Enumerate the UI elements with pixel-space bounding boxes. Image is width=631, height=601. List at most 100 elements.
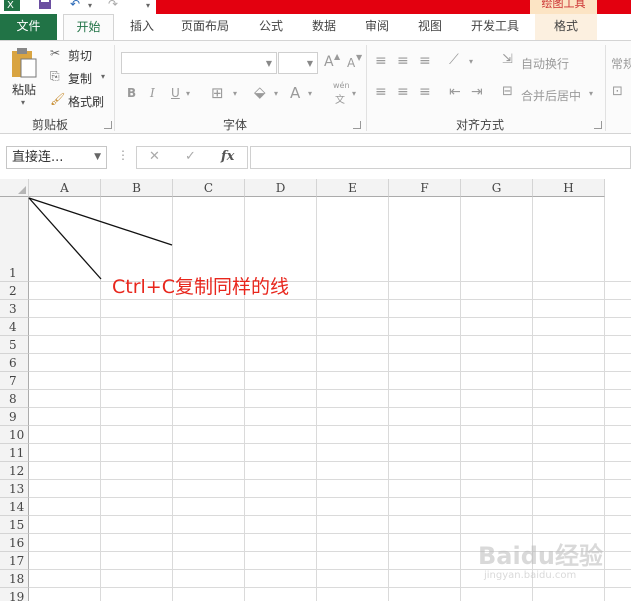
row-header[interactable]: 16 xyxy=(0,534,29,552)
grow-font-arrow-icon: ▲ xyxy=(334,52,341,61)
row-header[interactable]: 8 xyxy=(0,390,29,408)
column-header[interactable]: A xyxy=(29,179,101,197)
copy-dropdown-icon[interactable]: ▾ xyxy=(101,72,105,81)
row-header[interactable]: 10 xyxy=(0,426,29,444)
row-header[interactable]: 15 xyxy=(0,516,29,534)
row-header[interactable]: 2 xyxy=(0,282,29,300)
formula-input[interactable] xyxy=(250,146,631,169)
row-header[interactable]: 12 xyxy=(0,462,29,480)
alignment-launcher-icon[interactable] xyxy=(594,121,602,129)
column-header[interactable]: H xyxy=(533,179,605,197)
font-size-dropdown[interactable]: ▼ xyxy=(278,52,318,74)
formula-bar-splitter-icon[interactable]: ⋮ xyxy=(117,148,129,162)
align-bottom-icon[interactable]: ≡ xyxy=(419,53,431,69)
row-header[interactable]: 6 xyxy=(0,354,29,372)
format-painter-button[interactable]: 格式刷 xyxy=(68,93,104,110)
insert-function-button[interactable]: fx xyxy=(221,149,234,164)
row-header[interactable]: 1 xyxy=(0,197,29,282)
row-header[interactable]: 14 xyxy=(0,498,29,516)
grow-font-button[interactable]: A xyxy=(324,54,334,70)
phonetic-guide-top[interactable]: wén xyxy=(333,81,350,90)
align-top-icon[interactable]: ≡ xyxy=(375,53,387,69)
paste-button[interactable]: 粘贴 xyxy=(12,81,36,98)
column-header[interactable]: G xyxy=(461,179,533,197)
scissors-icon: ✂ xyxy=(50,46,61,60)
copy-icon: ⎘ xyxy=(50,69,60,83)
bold-button[interactable]: B xyxy=(127,86,136,100)
row-header[interactable]: 7 xyxy=(0,372,29,390)
row-header[interactable]: 3 xyxy=(0,300,29,318)
fill-color-dropdown-icon[interactable]: ▾ xyxy=(274,89,278,98)
row-header[interactable]: 18 xyxy=(0,570,29,588)
underline-dropdown-icon[interactable]: ▾ xyxy=(186,89,190,98)
orientation-dropdown-icon[interactable]: ▾ xyxy=(469,57,473,66)
font-name-dropdown[interactable]: ▼ xyxy=(121,52,277,74)
tab-page-layout[interactable]: 页面布局 xyxy=(172,14,238,40)
align-left-icon[interactable]: ≡ xyxy=(375,84,387,100)
clipboard-launcher-icon[interactable] xyxy=(104,121,112,129)
ribbon-divider xyxy=(114,45,115,131)
confirm-entry-button[interactable]: ✓ xyxy=(185,149,196,164)
phonetic-guide-button[interactable]: 文 xyxy=(335,91,345,106)
merge-center-button[interactable]: 合并后居中 xyxy=(521,87,581,104)
fill-color-icon[interactable]: ⬙ xyxy=(254,83,266,101)
chevron-down-icon[interactable]: ▼ xyxy=(94,147,101,168)
align-center-icon[interactable]: ≡ xyxy=(397,84,409,100)
row-header[interactable]: 4 xyxy=(0,318,29,336)
undo-icon[interactable]: ↶ xyxy=(70,0,80,13)
tab-view[interactable]: 视图 xyxy=(405,14,455,40)
tab-formulas[interactable]: 公式 xyxy=(246,14,296,40)
ribbon-divider xyxy=(366,45,367,131)
tab-review[interactable]: 审阅 xyxy=(352,14,402,40)
tab-developer[interactable]: 开发工具 xyxy=(460,14,530,40)
column-header[interactable]: B xyxy=(101,179,173,197)
cut-button[interactable]: 剪切 xyxy=(68,47,92,64)
cancel-entry-button[interactable]: ✕ xyxy=(149,149,160,164)
column-header[interactable]: F xyxy=(389,179,461,197)
tab-file[interactable]: 文件 xyxy=(0,14,57,40)
borders-icon[interactable]: ⊞ xyxy=(211,84,224,102)
select-all-icon xyxy=(18,186,26,194)
column-header[interactable]: D xyxy=(245,179,317,197)
paste-dropdown-icon[interactable]: ▾ xyxy=(21,98,25,107)
gridline xyxy=(29,515,631,516)
row-header[interactable]: 17 xyxy=(0,552,29,570)
wrap-text-button[interactable]: 自动换行 xyxy=(521,55,569,72)
title-bar: X ↶ ▾ ↷ ▾ 绘图工具 xyxy=(0,0,631,14)
tab-format[interactable]: 格式 xyxy=(535,14,597,40)
row-header[interactable]: 11 xyxy=(0,444,29,462)
row-header[interactable]: 13 xyxy=(0,480,29,498)
borders-dropdown-icon[interactable]: ▾ xyxy=(233,89,237,98)
copy-button[interactable]: 复制 xyxy=(68,70,92,87)
row-header[interactable]: 19 xyxy=(0,588,29,601)
decrease-indent-icon[interactable]: ⇤ xyxy=(449,84,461,100)
shrink-font-button[interactable]: A xyxy=(347,56,355,70)
tab-data[interactable]: 数据 xyxy=(299,14,349,40)
save-icon[interactable] xyxy=(38,0,52,13)
tab-home[interactable]: 开始 xyxy=(63,14,114,41)
orientation-icon[interactable]: ⟋ xyxy=(449,52,459,68)
name-box[interactable]: 直接连... ▼ xyxy=(6,146,107,169)
accounting-format-icon[interactable]: ⊡ xyxy=(612,84,623,99)
column-header[interactable]: C xyxy=(173,179,245,197)
increase-indent-icon[interactable]: ⇥ xyxy=(471,84,483,100)
font-launcher-icon[interactable] xyxy=(353,121,361,129)
row-header[interactable]: 5 xyxy=(0,336,29,354)
column-header[interactable]: E xyxy=(317,179,389,197)
font-color-dropdown-icon[interactable]: ▾ xyxy=(308,89,312,98)
redo-icon[interactable]: ↷ xyxy=(108,0,118,13)
align-middle-icon[interactable]: ≡ xyxy=(397,53,409,69)
tab-insert[interactable]: 插入 xyxy=(117,14,167,40)
font-color-button[interactable]: A xyxy=(290,84,300,102)
gridline xyxy=(29,389,631,390)
row-header[interactable]: 9 xyxy=(0,408,29,426)
number-format-dropdown[interactable]: 常规 xyxy=(611,55,631,72)
watermark-text: Baidu经验 xyxy=(478,542,603,570)
italic-button[interactable]: I xyxy=(150,86,155,100)
phonetic-dropdown-icon[interactable]: ▾ xyxy=(352,89,356,98)
align-right-icon[interactable]: ≡ xyxy=(419,84,431,100)
select-all-button[interactable] xyxy=(0,179,29,197)
merge-center-dropdown-icon[interactable]: ▾ xyxy=(589,89,593,98)
underline-button[interactable]: U xyxy=(171,86,180,100)
paste-icon[interactable] xyxy=(10,47,38,82)
